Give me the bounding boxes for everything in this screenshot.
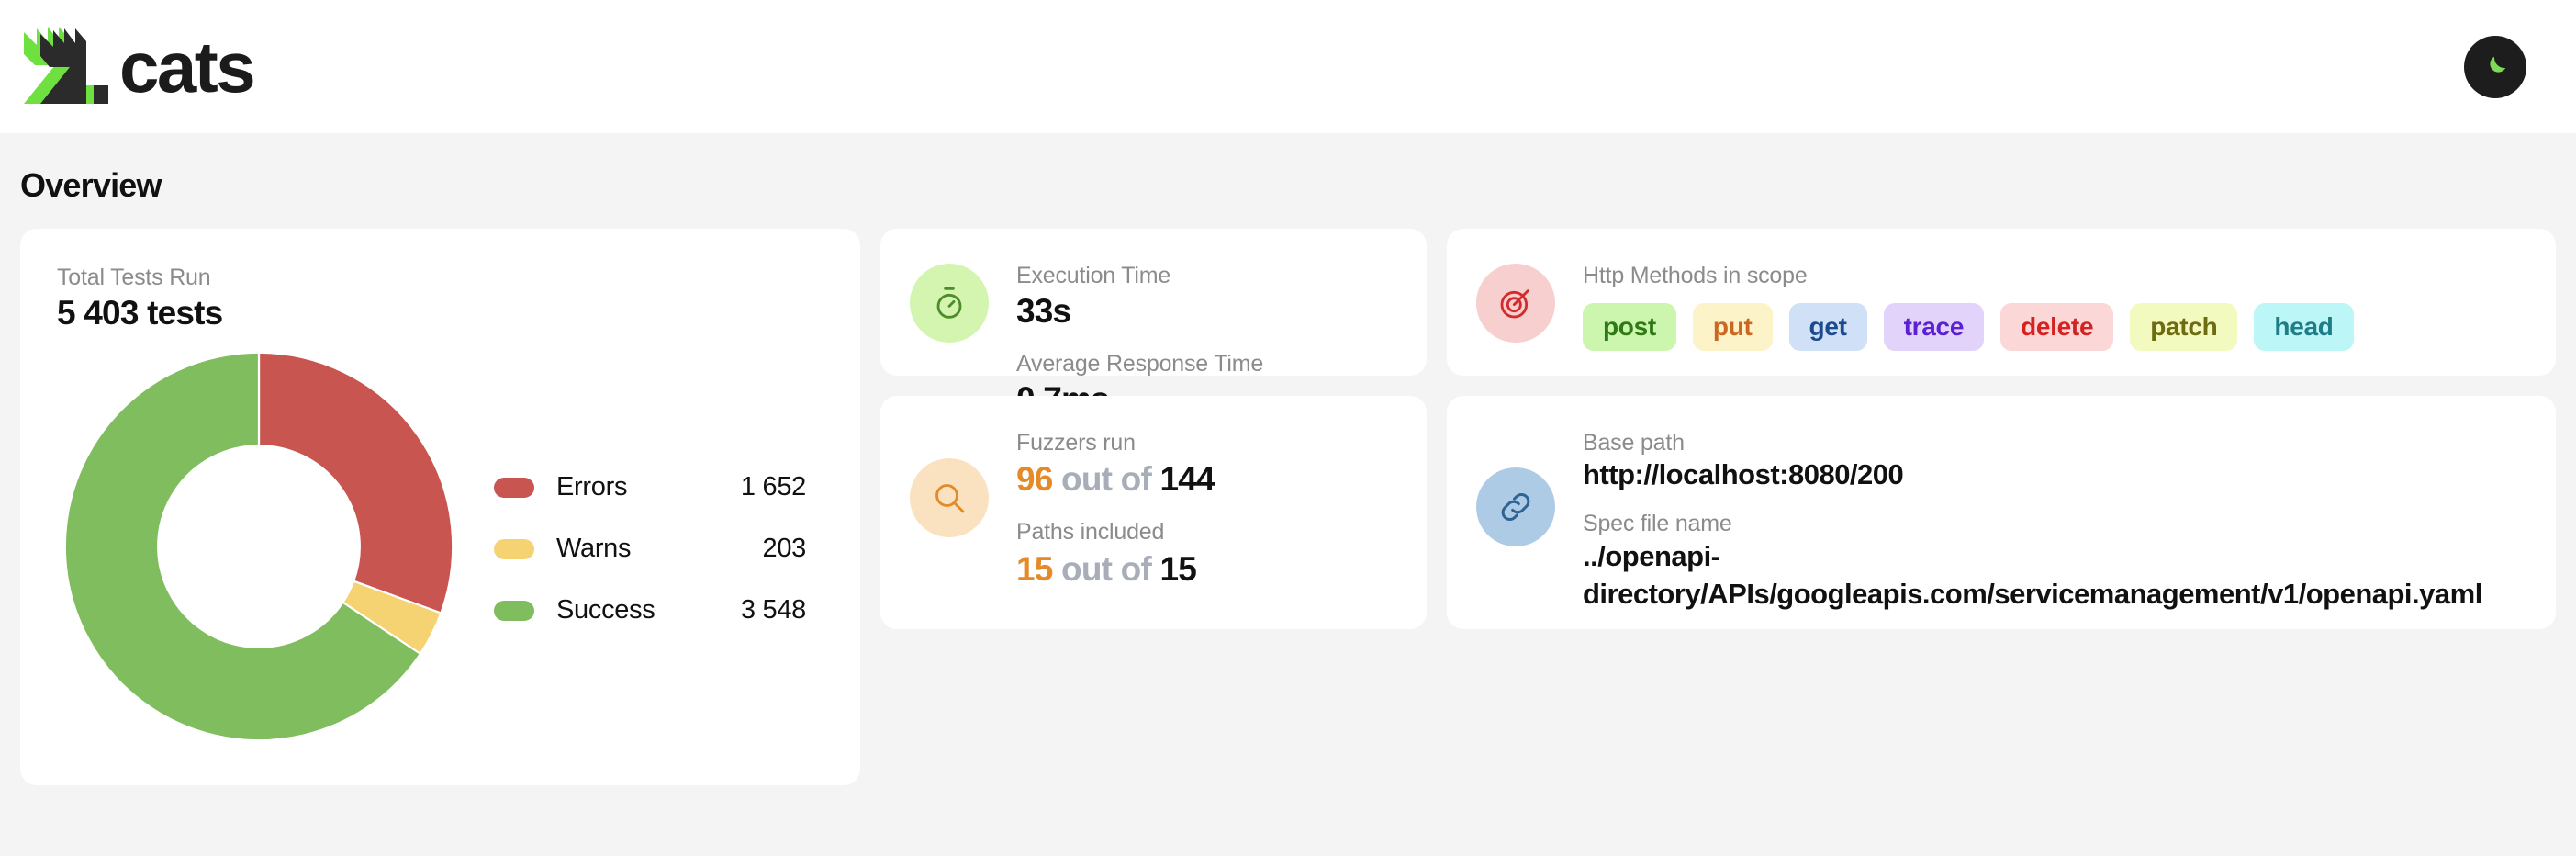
- legend-label-errors: Errors: [556, 472, 696, 502]
- stopwatch-icon: [910, 264, 989, 343]
- average-response-label: Average Response Time: [1016, 350, 1263, 378]
- moon-icon: [2481, 53, 2509, 81]
- method-chip-get[interactable]: get: [1789, 303, 1867, 351]
- legend-swatch-success: [494, 601, 534, 621]
- fuzzers-run-label: Fuzzers run: [1016, 429, 1215, 457]
- paths-included-current: 15: [1016, 550, 1053, 588]
- page-body: Overview Total Tests Run 5 403 tests Err…: [0, 133, 2576, 785]
- fuzzers-run-connector: out of: [1061, 460, 1151, 498]
- method-chip-put[interactable]: put: [1693, 303, 1773, 351]
- execution-time-card: Execution Time 33s Average Response Time…: [880, 229, 1427, 376]
- fuzzers-run-total: 144: [1159, 460, 1214, 498]
- test-results-donut-chart: [57, 344, 461, 749]
- legend-count-errors: 1 652: [696, 472, 806, 502]
- execution-time-block: Execution Time 33s: [1016, 262, 1263, 333]
- brand-wordmark: cats: [119, 31, 253, 103]
- legend-count-success: 3 548: [696, 595, 806, 625]
- base-path-card: Base path http://localhost:8080/200 Spec…: [1447, 396, 2556, 629]
- fuzzers-run-block: Fuzzers run 96 out of 144: [1016, 429, 1215, 501]
- http-methods-label: Http Methods in scope: [1583, 262, 2354, 290]
- method-chip-head[interactable]: head: [2254, 303, 2353, 351]
- legend-item-errors: Errors 1 652: [494, 472, 806, 502]
- fuzzers-run-current: 96: [1016, 460, 1053, 498]
- brand: cats: [17, 23, 253, 111]
- http-method-chips: post put get trace delete patch head: [1583, 303, 2354, 351]
- donut-legend: Errors 1 652 Warns 203 Success 3 548: [494, 467, 806, 625]
- legend-label-warns: Warns: [556, 534, 696, 564]
- link-icon: [1476, 467, 1555, 546]
- paths-included-connector: out of: [1061, 550, 1151, 588]
- http-methods-body: Http Methods in scope post put get trace…: [1583, 260, 2354, 351]
- donut-slice-errors: [259, 352, 453, 613]
- method-chip-delete[interactable]: delete: [2000, 303, 2113, 351]
- donut-column: Total Tests Run 5 403 tests Errors 1 652: [20, 229, 860, 785]
- legend-item-success: Success 3 548: [494, 595, 806, 625]
- base-path-label: Base path: [1583, 429, 2510, 457]
- cat-logo-icon: [17, 23, 112, 111]
- legend-count-warns: 203: [696, 534, 806, 564]
- base-path-block: Base path http://localhost:8080/200: [1583, 429, 2510, 493]
- paths-included-block: Paths included 15 out of 15: [1016, 518, 1215, 591]
- right-column: Http Methods in scope post put get trace…: [1447, 229, 2556, 629]
- magnifier-icon: [910, 458, 989, 537]
- fuzzers-run-card: Fuzzers run 96 out of 144 Paths included…: [880, 396, 1427, 629]
- legend-label-success: Success: [556, 595, 696, 625]
- execution-time-value: 33s: [1016, 290, 1263, 332]
- legend-swatch-errors: [494, 478, 534, 498]
- legend-swatch-warns: [494, 539, 534, 559]
- theme-toggle-button[interactable]: [2464, 36, 2526, 98]
- legend-item-warns: Warns 203: [494, 534, 806, 564]
- method-chip-patch[interactable]: patch: [2130, 303, 2237, 351]
- fuzzers-run-body: Fuzzers run 96 out of 144 Paths included…: [1016, 427, 1215, 591]
- spec-file-label: Spec file name: [1583, 510, 2510, 538]
- spec-file-value: ../openapi-directory/APIs/googleapis.com…: [1583, 538, 2510, 613]
- total-tests-card: Total Tests Run 5 403 tests Errors 1 652: [20, 229, 860, 785]
- execution-time-label: Execution Time: [1016, 262, 1263, 290]
- base-path-value: http://localhost:8080/200: [1583, 457, 2510, 493]
- method-chip-post[interactable]: post: [1583, 303, 1676, 351]
- http-methods-card: Http Methods in scope post put get trace…: [1447, 229, 2556, 376]
- spec-file-block: Spec file name ../openapi-directory/APIs…: [1583, 510, 2510, 613]
- overview-grid: Total Tests Run 5 403 tests Errors 1 652: [20, 229, 2556, 785]
- paths-included-label: Paths included: [1016, 518, 1215, 546]
- middle-column: Execution Time 33s Average Response Time…: [880, 229, 1427, 629]
- fuzzers-run-value: 96 out of 144: [1016, 457, 1215, 501]
- base-path-body: Base path http://localhost:8080/200 Spec…: [1583, 427, 2510, 613]
- paths-included-value: 15 out of 15: [1016, 547, 1215, 591]
- total-tests-value: 5 403 tests: [57, 292, 860, 334]
- app-header: cats: [0, 0, 2576, 133]
- donut-area: Errors 1 652 Warns 203 Success 3 548: [57, 344, 860, 749]
- paths-included-total: 15: [1159, 550, 1196, 588]
- method-chip-trace[interactable]: trace: [1884, 303, 1984, 351]
- total-tests-label: Total Tests Run: [57, 264, 860, 292]
- target-icon: [1476, 264, 1555, 343]
- page-title: Overview: [20, 166, 2556, 205]
